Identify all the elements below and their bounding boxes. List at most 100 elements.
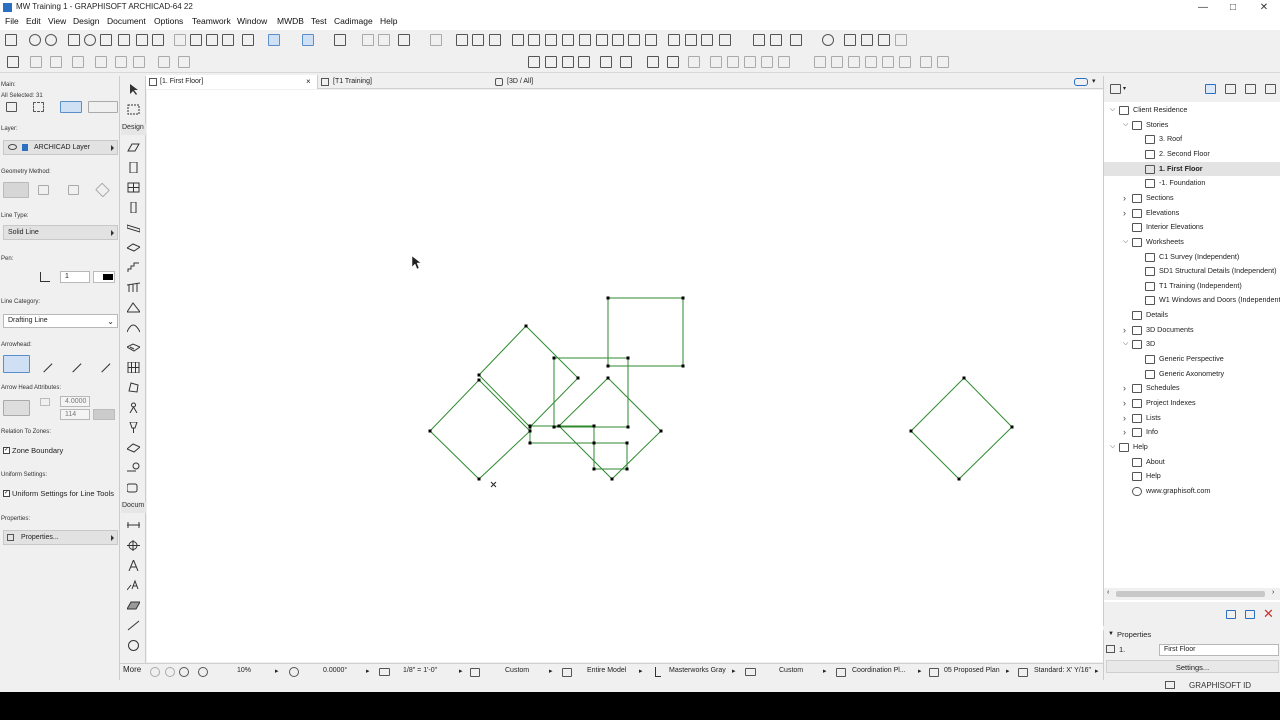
distribute-3-icon[interactable] [848, 56, 860, 68]
mw-tool-5-icon[interactable] [600, 56, 612, 68]
menu-test[interactable]: Test [311, 16, 327, 26]
nav-item[interactable]: ⌵ Client Residence [1104, 103, 1280, 117]
nav-item[interactable]: W1 Windows and Doors (Independent) [1104, 293, 1280, 307]
magic-wand-icon[interactable] [118, 34, 130, 46]
nav-item[interactable]: ⌵ Stories [1104, 118, 1280, 132]
nav-item[interactable]: 3. Roof [1104, 132, 1280, 146]
new-view-icon[interactable] [1226, 610, 1236, 619]
label-tool-icon-2[interactable] [126, 579, 140, 591]
selection-node[interactable] [477, 477, 481, 481]
drag-icon[interactable] [685, 34, 697, 46]
selection-node[interactable] [477, 373, 481, 377]
line-category-select[interactable]: Drafting Line ⌄ [3, 314, 118, 328]
selection-node[interactable] [659, 429, 663, 433]
selection-node[interactable] [610, 477, 614, 481]
selection-node[interactable] [1010, 425, 1014, 429]
snap-icon[interactable] [268, 34, 280, 46]
menu-teamwork[interactable]: Teamwork [192, 16, 231, 26]
drawn-polygon[interactable] [478, 325, 579, 428]
distribute-7-icon[interactable] [920, 56, 932, 68]
measure-icon[interactable] [100, 34, 112, 46]
undo-icon[interactable] [29, 34, 41, 46]
layout-icon[interactable] [790, 34, 802, 46]
nav-item[interactable]: C1 Survey (Independent) [1104, 250, 1280, 264]
syringe-icon[interactable] [152, 34, 164, 46]
floor-plan-canvas[interactable] [147, 90, 1103, 662]
rotate-view-icon[interactable] [289, 667, 299, 677]
navigator-scrollbar[interactable]: ‹ › [1104, 588, 1280, 600]
selection-node[interactable] [606, 376, 610, 380]
drawn-polygon[interactable] [607, 297, 684, 367]
more-label[interactable]: More [123, 665, 141, 674]
suspend-groups-icon[interactable] [362, 34, 374, 46]
selection-node[interactable] [592, 441, 596, 445]
nav-item[interactable]: ⌵ 3D [1104, 337, 1280, 351]
tab-t1-training[interactable]: [T1 Training] [318, 75, 490, 89]
nav-item[interactable]: › Project Indexes [1104, 396, 1280, 410]
nav-item[interactable]: SD1 Structural Details (Independent) [1104, 264, 1280, 278]
layer-combo-value[interactable]: Custom [505, 667, 529, 674]
edit-5-icon[interactable] [115, 56, 127, 68]
roof-tool-icon[interactable] [126, 302, 142, 313]
expand-icon[interactable]: › [1123, 396, 1131, 410]
renovation-icon[interactable] [836, 668, 846, 677]
skylight-tool-icon[interactable] [125, 342, 142, 353]
selection-node[interactable] [528, 424, 532, 428]
pen-color-swatch[interactable] [93, 271, 115, 283]
publisher-sets-icon[interactable] [1265, 84, 1276, 94]
drawn-polygon[interactable] [553, 357, 629, 428]
menu-view[interactable]: View [48, 16, 66, 26]
menu-options[interactable]: Options [154, 16, 183, 26]
selection-node[interactable] [606, 296, 610, 300]
model-view-option-icon[interactable] [562, 668, 572, 677]
story-name-input[interactable]: First Floor [1159, 644, 1279, 656]
rectangle-icon[interactable] [68, 185, 79, 195]
undo-zoom-icon[interactable] [150, 667, 160, 677]
nav-item[interactable]: › Elevations [1104, 206, 1280, 220]
redo-zoom-icon[interactable] [165, 667, 175, 677]
edit-2-icon[interactable] [50, 56, 62, 68]
arrow-fill-swatch[interactable] [93, 409, 115, 420]
dimension-value[interactable]: Custom [779, 667, 803, 674]
project-map-icon[interactable] [1205, 84, 1216, 94]
scrollbar-thumb[interactable] [1116, 591, 1265, 597]
selection-node[interactable] [576, 376, 580, 380]
uniform-settings-checkbox[interactable]: ✓ [3, 490, 10, 497]
expand-icon[interactable]: › [1123, 191, 1131, 205]
find-select-icon[interactable] [68, 34, 80, 46]
nav-item[interactable]: About [1104, 455, 1280, 469]
selection-node[interactable] [625, 441, 629, 445]
navigator-menu-icon[interactable] [1110, 84, 1121, 94]
fillet-icon[interactable] [579, 34, 591, 46]
curtain-wall-tool-icon[interactable] [127, 361, 140, 374]
edit-icon[interactable] [30, 56, 42, 68]
selection-node[interactable] [957, 477, 961, 481]
chevron-down-icon[interactable]: ▾ [1123, 85, 1126, 92]
eye-icon[interactable] [8, 144, 17, 150]
expand-icon[interactable]: › [1123, 323, 1131, 337]
adjust-icon[interactable] [562, 34, 574, 46]
explode-icon[interactable] [489, 34, 501, 46]
nav-item[interactable]: ⌵ Worksheets [1104, 235, 1280, 249]
dimension-tool-icon[interactable] [127, 520, 140, 531]
menu-mwdb[interactable]: MWDB [277, 16, 304, 26]
scale-icon[interactable] [379, 668, 390, 676]
dim-standard-value[interactable]: Standard: X' Y/16" [1034, 667, 1091, 674]
clone-view-icon[interactable] [1245, 610, 1255, 619]
collapse-icon[interactable]: ⌵ [1123, 118, 1131, 132]
menu-help[interactable]: Help [380, 16, 397, 26]
lamp-tool-icon[interactable] [127, 421, 140, 433]
offset-icon[interactable] [596, 34, 608, 46]
lock-icon[interactable] [430, 34, 442, 46]
layout-book-icon[interactable] [1245, 84, 1256, 94]
tab-menu-chevron-icon[interactable]: ▾ [1092, 77, 1096, 85]
grid-icon[interactable] [334, 34, 346, 46]
menu-window[interactable]: Window [237, 16, 267, 26]
expand-icon[interactable]: › [1123, 411, 1131, 425]
rotated-rectangle-icon[interactable] [95, 182, 110, 198]
selection-node[interactable] [606, 364, 610, 368]
publish-icon[interactable] [878, 34, 890, 46]
drawn-polygon[interactable] [910, 377, 1013, 480]
align-left-icon[interactable] [710, 56, 722, 68]
align-bottom-icon[interactable] [778, 56, 790, 68]
